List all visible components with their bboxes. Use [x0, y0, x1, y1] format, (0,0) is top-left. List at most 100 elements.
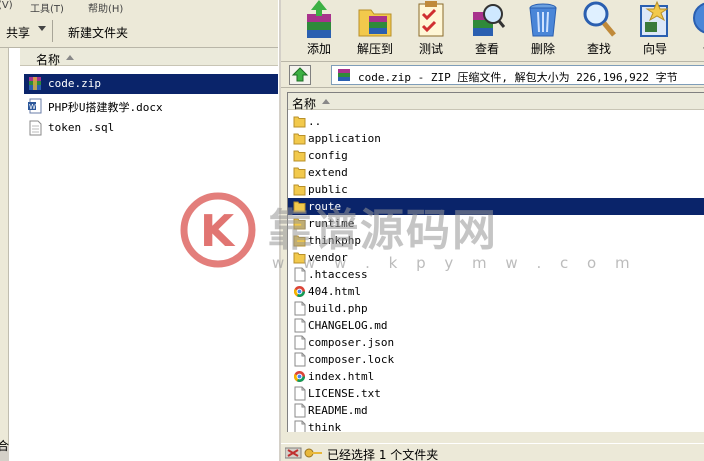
status-text: 已经选择 1 个文件夹 — [327, 448, 439, 461]
winrar-archive-icon — [29, 77, 41, 90]
share-dropdown-icon[interactable] — [38, 26, 46, 31]
column-header-label: 名称 — [292, 97, 317, 111]
archive-row[interactable]: think — [288, 419, 704, 432]
status-key-icon — [285, 447, 322, 459]
archive-row-name: route — [308, 200, 342, 213]
archive-row-name: vendor — [308, 251, 348, 264]
test-label: 测试 — [418, 42, 443, 56]
word-document-icon: W — [28, 98, 42, 114]
archive-row-name: config — [308, 149, 348, 162]
file-icon — [294, 386, 306, 401]
archive-row-name: 404.html — [308, 285, 361, 298]
column-header-name[interactable]: 名称 — [288, 93, 704, 111]
archive-row[interactable]: build.php — [288, 300, 704, 317]
archive-row[interactable]: 404.html — [288, 283, 704, 300]
column-header-name[interactable]: 名称 — [20, 48, 280, 67]
archive-row-name: composer.json — [308, 336, 395, 349]
folder-icon — [293, 184, 306, 196]
archive-path-field[interactable]: code.zip - ZIP 压缩文件, 解包大小为 226,196,922 字… — [331, 65, 704, 85]
wizard-icon — [640, 0, 669, 37]
add-archive-icon — [307, 0, 331, 38]
extract-to-label: 解压到 — [356, 42, 393, 56]
file-item[interactable]: W PHP秒U搭建教学.docx — [24, 96, 278, 116]
archive-row-name: composer.lock — [308, 353, 395, 366]
archive-row-name: .. — [308, 115, 322, 128]
folder-icon — [293, 133, 306, 145]
file-name: token .sql — [48, 121, 115, 134]
menu-tools[interactable]: 工具(T) — [30, 0, 64, 15]
archive-row-name: extend — [308, 166, 348, 179]
folder-icon — [293, 235, 306, 247]
test-clipboard-icon — [418, 1, 444, 37]
extract-to-button[interactable]: 解压到 — [347, 0, 403, 60]
chrome-html-icon — [293, 286, 305, 298]
file-icon — [294, 301, 306, 316]
recycle-bin-icon — [529, 3, 557, 37]
folder-icon — [293, 218, 306, 230]
delete-button[interactable]: 删除 — [515, 0, 571, 60]
folder-icon — [293, 150, 306, 162]
add-label: 添加 — [306, 42, 331, 56]
wizard-button[interactable]: 向导 — [627, 0, 683, 60]
archive-row-name: think — [308, 421, 342, 432]
archive-row[interactable]: route — [288, 198, 704, 215]
archive-row[interactable]: CHANGELOG.md — [288, 317, 704, 334]
text-file-icon — [29, 120, 42, 136]
archive-row-name: build.php — [308, 302, 368, 315]
archive-row[interactable]: .. — [288, 113, 704, 130]
file-icon — [294, 403, 306, 418]
archive-row-name: runtime — [308, 217, 355, 230]
archive-row[interactable]: vendor — [288, 249, 704, 266]
archive-row[interactable]: composer.json — [288, 334, 704, 351]
find-button[interactable]: 查找 — [571, 0, 627, 60]
info-icon: i — [693, 2, 704, 34]
navigation-pane-label: 合 — [0, 439, 10, 453]
archive-row[interactable]: public — [288, 181, 704, 198]
archive-row[interactable]: thinkphp — [288, 232, 704, 249]
winrar-archive-icon — [338, 69, 350, 81]
archive-row-name: .htaccess — [308, 268, 368, 281]
navigation-pane-edge[interactable] — [0, 48, 9, 461]
archive-row-name: LICENSE.txt — [308, 387, 381, 400]
chrome-html-icon — [293, 371, 305, 383]
file-icon — [294, 352, 306, 367]
info-button[interactable]: i 信 — [681, 0, 704, 60]
svg-text:W: W — [29, 103, 36, 111]
menu-view[interactable]: (V) — [0, 0, 13, 11]
archive-row[interactable]: .htaccess — [288, 266, 704, 283]
archive-row-name: index.html — [308, 370, 375, 383]
archive-row[interactable]: LICENSE.txt — [288, 385, 704, 402]
archive-row-name: public — [308, 183, 348, 196]
toolbar-separator — [52, 20, 53, 42]
archive-row[interactable]: config — [288, 147, 704, 164]
file-icon — [294, 318, 306, 333]
share-button[interactable]: 共享 — [6, 24, 30, 41]
winrar-address-bar: code.zip - ZIP 压缩文件, 解包大小为 226,196,922 字… — [281, 62, 704, 88]
extract-folder-icon — [358, 9, 392, 37]
up-one-level-button[interactable] — [289, 65, 311, 85]
winrar-window: 添加 解压到 测试 查看 删除 查找 向导 code.zip - ZIP 压缩文… — [281, 0, 704, 461]
archive-path-text: code.zip - ZIP 压缩文件, 解包大小为 226,196,922 字… — [358, 71, 678, 84]
file-item[interactable]: token .sql — [24, 118, 278, 138]
archive-row-name: CHANGELOG.md — [308, 319, 388, 332]
file-item[interactable]: code.zip — [24, 74, 278, 94]
test-button[interactable]: 测试 — [403, 0, 459, 60]
winrar-status-bar: 已经选择 1 个文件夹 — [281, 443, 704, 461]
archive-row[interactable]: extend — [288, 164, 704, 181]
archive-row-name: thinkphp — [308, 234, 361, 247]
winrar-toolbar: 添加 解压到 测试 查看 删除 查找 向导 — [281, 0, 704, 62]
menu-help[interactable]: 帮助(H) — [88, 0, 123, 15]
archive-row[interactable]: index.html — [288, 368, 704, 385]
view-button[interactable]: 查看 — [459, 0, 515, 60]
archive-row[interactable]: application — [288, 130, 704, 147]
explorer-menubar: (V) 工具(T) 帮助(H) — [0, 0, 280, 15]
explorer-toolbar: 共享 新建文件夹 — [0, 14, 280, 48]
archive-row[interactable]: composer.lock — [288, 351, 704, 368]
archive-row[interactable]: runtime — [288, 215, 704, 232]
archive-row[interactable]: README.md — [288, 402, 704, 419]
file-icon — [294, 420, 306, 432]
add-button[interactable]: 添加 — [291, 0, 347, 60]
file-name: code.zip — [48, 77, 101, 90]
delete-label: 删除 — [530, 42, 555, 56]
new-folder-button[interactable]: 新建文件夹 — [68, 24, 128, 41]
